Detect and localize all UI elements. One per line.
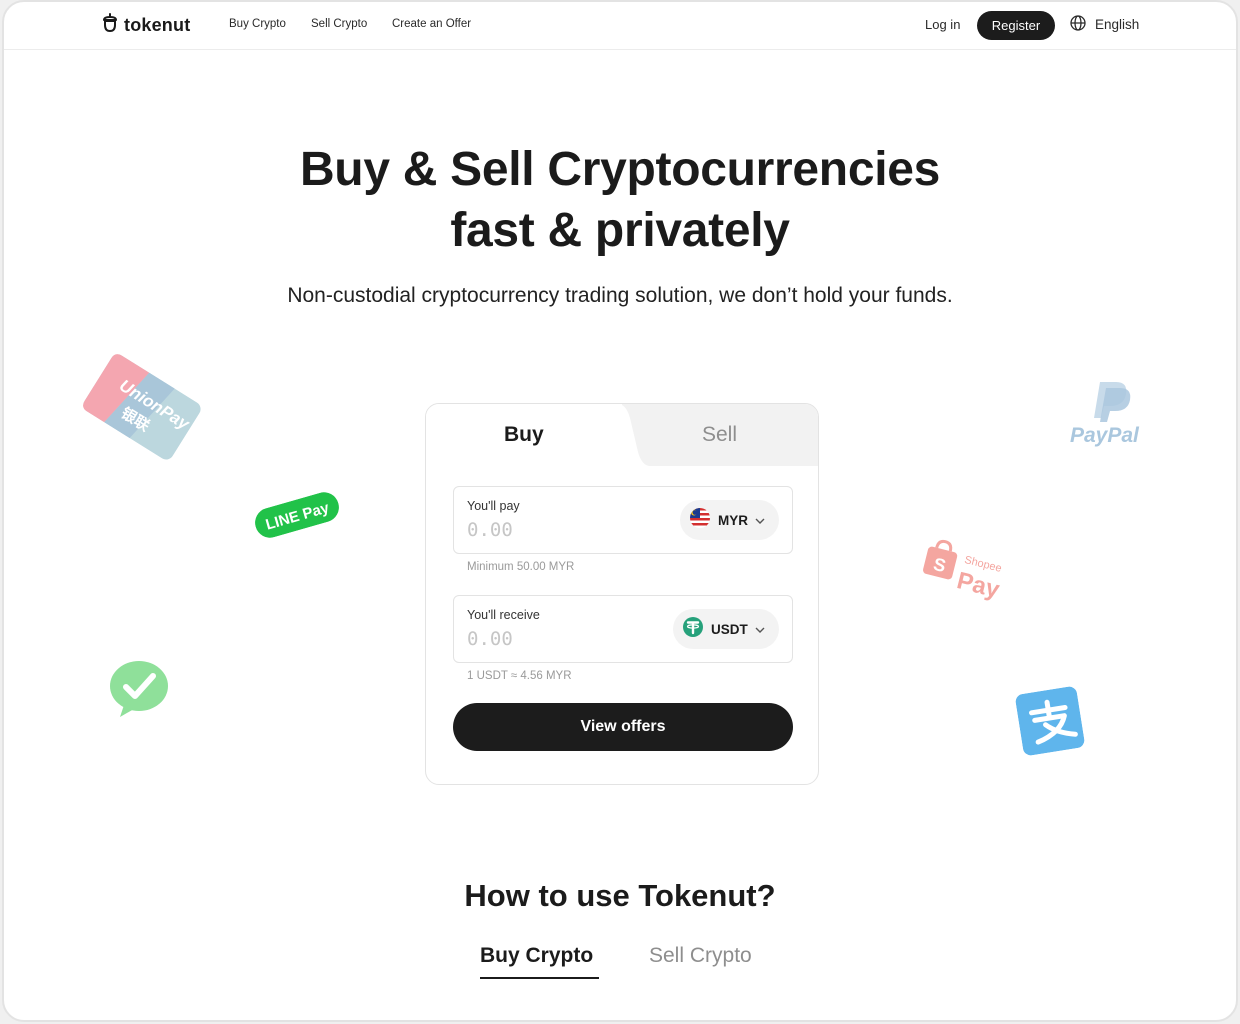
pay-currency-code: MYR bbox=[718, 512, 748, 528]
acorn-icon bbox=[102, 13, 118, 38]
browser-frame: tokenut Buy Crypto Sell Crypto Create an… bbox=[2, 0, 1238, 1022]
exchange-rate-hint: 1 USDT ≈ 4.56 MYR bbox=[467, 670, 572, 682]
receive-currency-select[interactable]: USDT bbox=[673, 609, 779, 649]
paypal-logo: PayPal bbox=[1070, 380, 1150, 448]
receive-label: You'll receive bbox=[467, 608, 540, 622]
chevron-down-icon bbox=[755, 511, 765, 529]
pay-hint: Minimum 50.00 MYR bbox=[467, 561, 575, 573]
language-selector[interactable]: English bbox=[1070, 15, 1139, 34]
usdt-icon bbox=[682, 616, 704, 643]
receive-amount-input[interactable] bbox=[467, 628, 647, 650]
malaysia-flag-icon bbox=[689, 507, 711, 534]
pay-field: You'll pay 0.00 MYR bbox=[453, 486, 793, 554]
language-label: English bbox=[1095, 17, 1140, 32]
tab-sell[interactable]: Sell bbox=[702, 423, 737, 447]
linepay-logo: LINE Pay bbox=[252, 489, 343, 542]
pay-amount-input[interactable] bbox=[467, 519, 647, 541]
trade-tabs: Buy Sell bbox=[426, 404, 818, 466]
receive-currency-code: USDT bbox=[711, 621, 748, 637]
trade-card: Buy Sell You'll pay 0.00 MYR Minimum 50.… bbox=[425, 403, 819, 785]
nav-link-create-offer[interactable]: Create an Offer bbox=[392, 18, 471, 30]
how-to-title: How to use Tokenut? bbox=[464, 878, 776, 913]
unionpay-logo: UnionPay 银联 bbox=[80, 351, 203, 462]
wechat-pay-icon bbox=[108, 659, 170, 719]
how-to-tab-buy-crypto[interactable]: Buy Crypto bbox=[480, 944, 593, 968]
pay-label: You'll pay bbox=[467, 499, 520, 513]
hero-title-line-2: fast & privately bbox=[450, 204, 790, 257]
view-offers-button[interactable]: View offers bbox=[453, 703, 793, 751]
login-link[interactable]: Log in bbox=[925, 17, 960, 32]
how-to-tab-sell-crypto[interactable]: Sell Crypto bbox=[649, 944, 752, 968]
brand-logo[interactable]: tokenut bbox=[102, 13, 190, 38]
chevron-down-icon bbox=[755, 620, 765, 638]
alipay-icon bbox=[1015, 686, 1086, 757]
nav-link-sell-crypto[interactable]: Sell Crypto bbox=[311, 18, 367, 30]
brand-name: tokenut bbox=[124, 15, 191, 35]
hero-title-line-1: Buy & Sell Cryptocurrencies bbox=[299, 143, 941, 196]
nav-link-buy-crypto[interactable]: Buy Crypto bbox=[229, 18, 286, 30]
how-to-active-underline bbox=[480, 977, 599, 979]
register-button[interactable]: Register bbox=[977, 11, 1055, 40]
top-nav: tokenut Buy Crypto Sell Crypto Create an… bbox=[4, 2, 1236, 50]
pay-currency-select[interactable]: MYR bbox=[680, 500, 779, 540]
shopeepay-logo: S Shopee Pay bbox=[917, 536, 1018, 607]
receive-field: You'll receive USDT bbox=[453, 595, 793, 663]
svg-text:PayPal: PayPal bbox=[1070, 424, 1140, 447]
tab-buy[interactable]: Buy bbox=[504, 423, 544, 447]
tab-curve bbox=[614, 404, 650, 466]
globe-icon bbox=[1070, 15, 1086, 34]
hero-subtitle: Non-custodial cryptocurrency trading sol… bbox=[287, 284, 953, 307]
